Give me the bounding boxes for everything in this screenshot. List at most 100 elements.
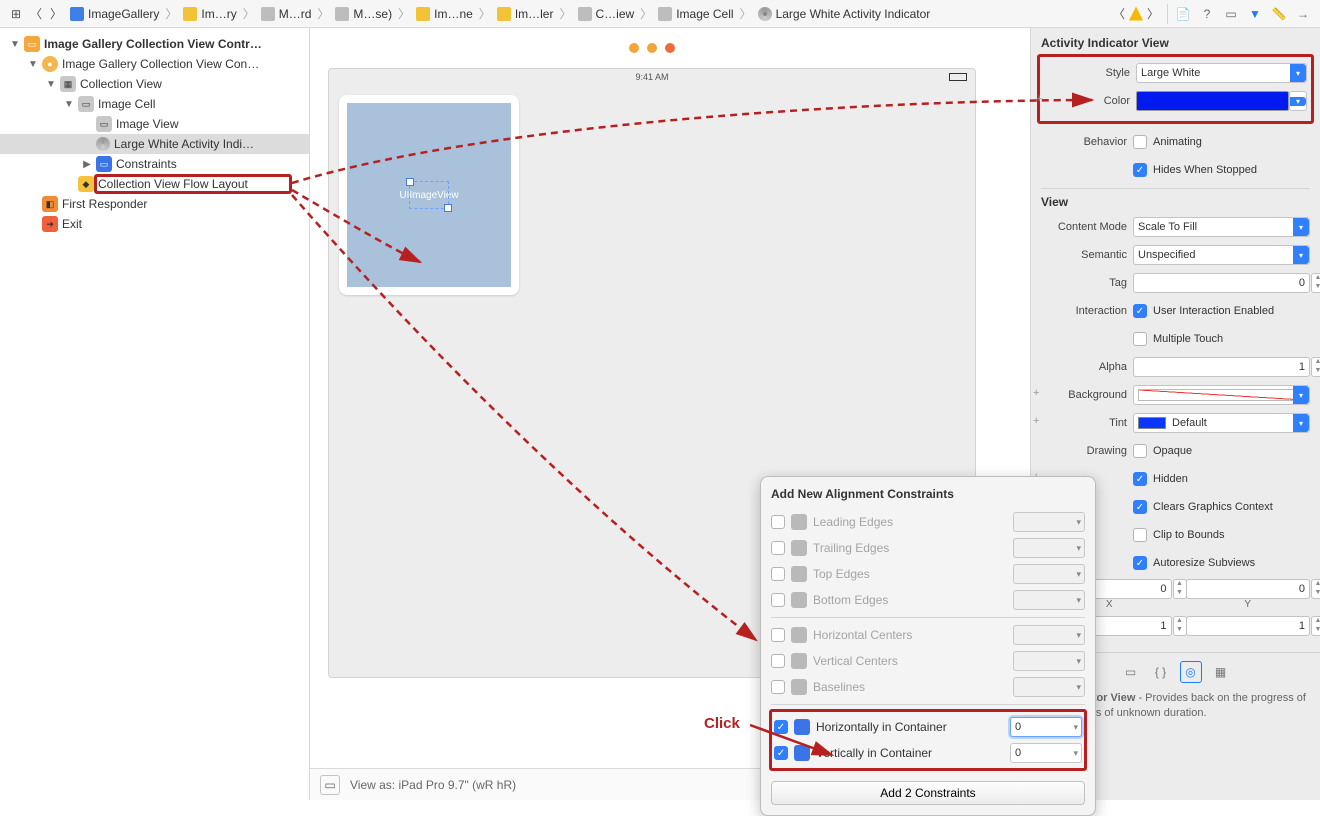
selection-handles[interactable] xyxy=(409,181,449,209)
align-icon xyxy=(794,745,810,761)
height-field[interactable]: 1▲▼ xyxy=(1186,616,1311,636)
connections-inspector-tab[interactable]: → xyxy=(1292,3,1314,25)
constraint-top-edges: Top Edges▾ xyxy=(771,561,1085,587)
stepper-icon[interactable]: ▲▼ xyxy=(1173,616,1187,636)
view-as-label[interactable]: View as: iPad Pro 9.7" (wR hR) xyxy=(350,778,516,792)
library-objects-tab[interactable]: ◎ xyxy=(1180,661,1202,683)
annotation-click-label: Click xyxy=(704,715,740,732)
outline-view-controller[interactable]: ▼●Image Gallery Collection View Con… xyxy=(0,54,309,74)
hides-when-stopped-checkbox[interactable]: ✓ xyxy=(1133,163,1147,177)
annotation-highlight xyxy=(94,174,292,194)
outline-image-view[interactable]: ▭Image View xyxy=(0,114,309,134)
scene-icon: ▭ xyxy=(24,36,40,52)
cell-icon xyxy=(658,7,672,21)
alignment-constraints-popover: Add New Alignment Constraints Leading Ed… xyxy=(760,476,1096,816)
battery-icon xyxy=(949,73,967,81)
first-responder-icon: ◧ xyxy=(42,196,58,212)
spinner-icon xyxy=(96,137,110,151)
crumb-project[interactable]: ImageGallery xyxy=(66,7,163,21)
user-interaction-checkbox[interactable]: ✓ xyxy=(1133,304,1147,318)
folder-icon xyxy=(183,7,197,21)
crumb-overflow-forward[interactable]: 〉 xyxy=(1143,4,1163,24)
align-icon xyxy=(791,540,807,556)
image-view-preview[interactable]: UIImageView xyxy=(347,103,511,287)
clip-to-bounds-checkbox[interactable] xyxy=(1133,528,1147,542)
constraint-trailing-edges: Trailing Edges▾ xyxy=(771,535,1085,561)
library-code-snippets-tab[interactable]: { } xyxy=(1150,661,1172,683)
y-field[interactable]: 0▲▼ xyxy=(1186,579,1311,599)
checkbox-checked-icon[interactable]: ✓ xyxy=(774,746,788,760)
exit-icon: ➜ xyxy=(42,216,58,232)
background-color-well[interactable]: ▾ xyxy=(1133,385,1310,405)
constraint-center-vertically[interactable]: ✓Vertically in Container0▾ xyxy=(774,740,1082,766)
style-select[interactable]: Large White▾ xyxy=(1136,63,1307,83)
warning-icon[interactable] xyxy=(1129,7,1143,21)
constraint-leading-edges: Leading Edges▾ xyxy=(771,509,1085,535)
stepper-icon[interactable]: ▲▼ xyxy=(1311,616,1320,636)
inspector-tabs: 📄 ? ▭ ▼ 📏 → xyxy=(1172,3,1314,25)
alpha-field[interactable]: 1▲▼ xyxy=(1133,357,1310,377)
multiple-touch-checkbox[interactable] xyxy=(1133,332,1147,346)
add-variant-icon[interactable]: + xyxy=(1033,415,1039,427)
hidden-checkbox[interactable]: ✓ xyxy=(1133,472,1147,486)
content-mode-select[interactable]: Scale To Fill▾ xyxy=(1133,217,1310,237)
crumb-folder[interactable]: Im…ry xyxy=(179,7,240,21)
tag-field[interactable]: 0▲▼ xyxy=(1133,273,1310,293)
clears-context-checkbox[interactable]: ✓ xyxy=(1133,500,1147,514)
constraint-baselines: Baselines▾ xyxy=(771,674,1085,700)
nav-forward-icon[interactable]: 〉 xyxy=(46,4,66,24)
image-cell-preview[interactable]: UIImageView xyxy=(339,95,519,295)
attributes-inspector-tab[interactable]: ▼ xyxy=(1244,3,1266,25)
flow-layout-icon: ◆ xyxy=(78,176,94,192)
constraint-horizontal-centers: Horizontal Centers▾ xyxy=(771,622,1085,648)
outline-scene[interactable]: ▼▭Image Gallery Collection View Contr… xyxy=(0,34,309,54)
outline-constraints[interactable]: ▶▭Constraints xyxy=(0,154,309,174)
outline-exit[interactable]: ➜Exit xyxy=(0,214,309,234)
outline-collection-view[interactable]: ▼▦Collection View xyxy=(0,74,309,94)
outline-activity-indicator[interactable]: Large White Activity Indi… xyxy=(0,134,309,154)
quick-help-tab[interactable]: ? xyxy=(1196,3,1218,25)
size-inspector-tab[interactable]: 📏 xyxy=(1268,3,1290,25)
crumb-controller[interactable]: Im…ler xyxy=(493,7,558,21)
interface-builder-canvas: 9:41 AM UIImageView ▭ View as: iPad Pro … xyxy=(310,28,1030,800)
crumb-image-cell[interactable]: Image Cell xyxy=(654,7,737,21)
stepper-icon[interactable]: ▲▼ xyxy=(1173,579,1187,599)
toggle-outline-button[interactable]: ▭ xyxy=(320,775,340,795)
stepper-icon[interactable]: ▲▼ xyxy=(1311,357,1320,377)
storyboard-icon xyxy=(261,7,275,21)
crumb-scene[interactable]: Im…ne xyxy=(412,7,477,21)
add-constraints-button[interactable]: Add 2 Constraints xyxy=(771,781,1085,805)
add-variant-icon[interactable]: + xyxy=(1036,93,1042,105)
semantic-select[interactable]: Unspecified▾ xyxy=(1133,245,1310,265)
stepper-icon[interactable]: ▲▼ xyxy=(1311,579,1320,599)
related-items-icon[interactable]: ⊞ xyxy=(6,4,26,24)
autoresize-checkbox[interactable]: ✓ xyxy=(1133,556,1147,570)
crumb-activity-indicator[interactable]: Large White Activity Indicator xyxy=(754,7,935,21)
view-icon: ▦ xyxy=(60,76,76,92)
opaque-checkbox[interactable] xyxy=(1133,444,1147,458)
controller-icon: ● xyxy=(42,56,58,72)
file-inspector-tab[interactable]: 📄 xyxy=(1172,3,1194,25)
stepper-icon[interactable]: ▲▼ xyxy=(1311,273,1320,293)
checkbox-checked-icon[interactable]: ✓ xyxy=(774,720,788,734)
crumb-storyboard[interactable]: M…rd xyxy=(257,7,316,21)
outline-image-cell[interactable]: ▼▭Image Cell xyxy=(0,94,309,114)
library-media-tab[interactable]: ▦ xyxy=(1210,661,1232,683)
crumb-overflow-back[interactable]: 〈 xyxy=(1109,4,1129,24)
animating-checkbox[interactable] xyxy=(1133,135,1147,149)
constraint-vertical-centers: Vertical Centers▾ xyxy=(771,648,1085,674)
color-well[interactable] xyxy=(1136,91,1289,111)
crumb-collection-view[interactable]: C…iew xyxy=(574,7,639,21)
tint-select[interactable]: Default▾ xyxy=(1133,413,1310,433)
constraint-center-horizontally[interactable]: ✓Horizontally in Container0▾ xyxy=(774,714,1082,740)
crumb-storyboard-base[interactable]: M…se) xyxy=(331,7,396,21)
color-dropdown[interactable]: ▾ xyxy=(1289,91,1307,111)
identity-inspector-tab[interactable]: ▭ xyxy=(1220,3,1242,25)
outline-first-responder[interactable]: ◧First Responder xyxy=(0,194,309,214)
library-file-templates-tab[interactable]: ▭ xyxy=(1120,661,1142,683)
add-variant-icon[interactable]: + xyxy=(1033,387,1039,399)
align-icon xyxy=(794,719,810,735)
align-icon xyxy=(791,653,807,669)
constraints-icon: ▭ xyxy=(96,156,112,172)
nav-back-icon[interactable]: 〈 xyxy=(26,4,46,24)
